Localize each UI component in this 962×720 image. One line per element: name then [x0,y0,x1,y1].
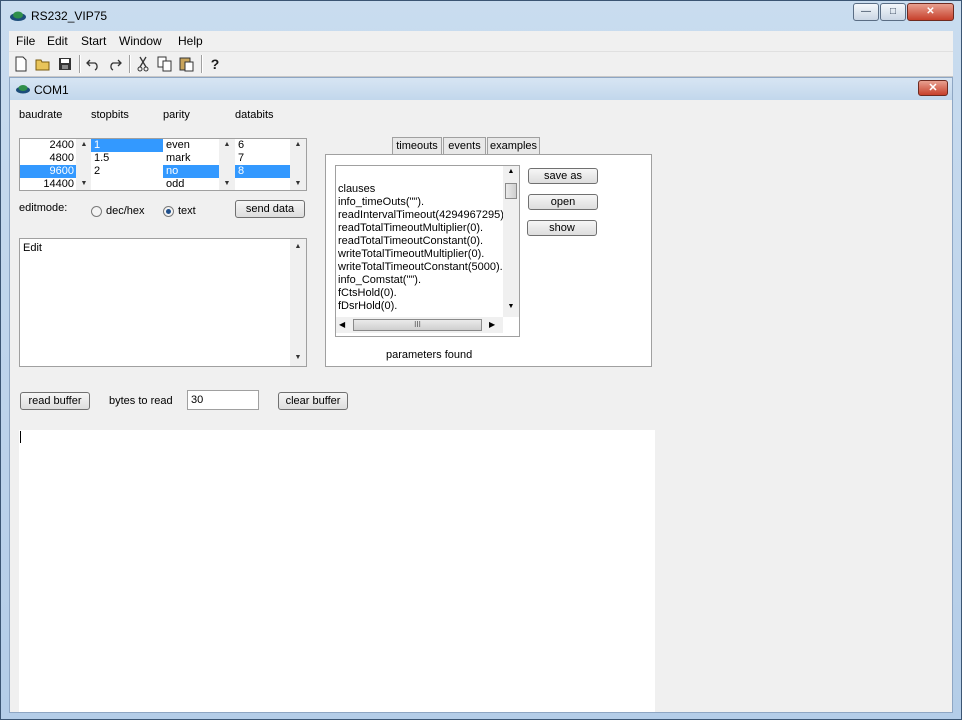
parameters-listbox[interactable]: clauses info_timeOuts(""). readIntervalT… [335,165,520,337]
output-textarea[interactable] [19,430,655,712]
parameter-line: readTotalTimeoutConstant(0). [338,235,484,247]
scroll-thumb[interactable] [505,183,517,199]
parameters-vscrollbar[interactable]: ▲ ▼ [503,166,519,317]
databits-listbox[interactable]: 6 7 8 ▲ ▼ [235,138,307,191]
save-as-button[interactable]: save as [528,168,598,184]
scroll-up-icon[interactable]: ▲ [76,139,92,151]
edit-textarea[interactable]: Edit ▲ ▼ [19,238,307,367]
parameter-line: readTotalTimeoutMultiplier(0). [338,222,484,234]
list-item[interactable]: 1.5 [91,152,163,165]
list-item-selected[interactable]: 1 [91,139,163,152]
minimize-button[interactable]: — [853,3,879,21]
stopbits-listbox[interactable]: 1 1.5 2 [91,138,163,191]
undo-icon[interactable] [84,55,102,73]
clear-buffer-button[interactable]: clear buffer [278,392,348,410]
scroll-down-icon[interactable]: ▼ [76,178,92,190]
tab-panel: clauses info_timeOuts(""). readIntervalT… [325,154,652,367]
window-title: RS232_VIP75 [31,9,108,23]
cut-icon[interactable] [134,55,152,73]
scroll-right-icon[interactable]: ▶ [489,320,495,329]
parameter-line: writeTotalTimeoutConstant(5000). [338,261,503,273]
baudrate-label: baudrate [19,109,63,121]
main-window: RS232_VIP75 — □ ✕ File Edit Start Window… [0,0,962,720]
bytes-to-read-label: bytes to read [109,395,173,407]
scroll-thumb[interactable]: III [353,319,482,331]
menu-edit[interactable]: Edit [47,34,68,48]
scroll-up-icon[interactable]: ▲ [219,139,235,151]
text-caret [20,431,21,443]
scroll-up-icon[interactable]: ▲ [290,241,306,253]
open-button[interactable]: open [528,194,598,210]
parameters-hscrollbar[interactable]: ◀ III ▶ [336,317,503,333]
menu-bar: File Edit Start Window Help [9,31,953,52]
parameter-line: writeTotalTimeoutMultiplier(0). [338,248,485,260]
parameter-line: clauses [338,183,376,195]
bytes-to-read-input[interactable] [187,390,259,410]
dechex-radio[interactable] [91,206,102,217]
help-icon[interactable]: ? [206,55,224,73]
text-radio[interactable] [163,206,174,217]
parameter-line: info_Comstat(""). [338,274,421,286]
parameter-line: readIntervalTimeout(4294967295). [338,209,504,221]
send-data-button[interactable]: send data [235,200,305,218]
baudrate-listbox[interactable]: 2400 4800 9600 14400 ▲ ▼ [19,138,92,191]
open-icon[interactable] [34,55,52,73]
editmode-label: editmode: [19,202,68,214]
tab-events[interactable]: events [443,137,486,155]
child-app-icon [16,85,30,94]
com-child-window: COM1 ✕ baudrate stopbits parity databits… [9,77,953,713]
app-icon [10,11,26,21]
baudrate-scrollbar[interactable]: ▲ ▼ [76,139,92,190]
scroll-down-icon[interactable]: ▼ [219,178,235,190]
parity-listbox[interactable]: even mark no odd ▲ ▼ [163,138,235,191]
menu-window[interactable]: Window [119,34,162,48]
edit-text: Edit [23,242,42,254]
scroll-down-icon[interactable]: ▼ [290,178,306,190]
toolbar-separator [201,55,203,73]
paste-icon[interactable] [178,55,196,73]
parameter-line: fDsrHold(0). [338,300,398,312]
copy-icon[interactable] [156,55,174,73]
toolbar-separator [79,55,81,73]
scroll-up-icon[interactable]: ▲ [503,168,519,175]
dechex-radio-label[interactable]: dec/hex [106,205,145,217]
scroll-down-icon[interactable]: ▼ [503,303,519,310]
edit-scrollbar[interactable]: ▲ ▼ [290,239,306,366]
scroll-up-icon[interactable]: ▲ [290,139,306,151]
parity-label: parity [163,109,190,121]
child-title-bar: COM1 ✕ [10,78,952,100]
read-buffer-button[interactable]: read buffer [20,392,90,410]
databits-scrollbar[interactable]: ▲ ▼ [290,139,306,190]
show-button[interactable]: show [527,220,597,236]
list-item-selected[interactable]: no [163,165,219,178]
tab-examples[interactable]: examples [487,137,540,155]
text-radio-label[interactable]: text [178,205,196,217]
toolbar-separator [129,55,131,73]
parameter-line: fCtsHold(0). [338,287,397,299]
tab-timeouts[interactable]: timeouts [392,137,442,155]
save-icon[interactable] [56,55,74,73]
scroll-down-icon[interactable]: ▼ [290,352,306,364]
list-item-selected[interactable]: 8 [235,165,290,178]
close-button[interactable]: ✕ [907,3,954,21]
title-bar: RS232_VIP75 — □ ✕ [1,1,961,31]
parity-scrollbar[interactable]: ▲ ▼ [219,139,235,190]
parameters-lines: clauses info_timeOuts(""). readIntervalT… [338,183,504,313]
redo-icon[interactable] [106,55,124,73]
toolbar: ? [9,52,953,77]
menu-start[interactable]: Start [81,34,106,48]
child-close-button[interactable]: ✕ [918,80,948,96]
databits-label: databits [235,109,274,121]
stopbits-label: stopbits [91,109,129,121]
list-item[interactable]: 2 [91,165,163,178]
scroll-left-icon[interactable]: ◀ [339,320,345,329]
menu-file[interactable]: File [16,34,35,48]
parameter-line: info_timeOuts(""). [338,196,425,208]
new-icon[interactable] [12,55,30,73]
status-text: parameters found [386,349,473,361]
maximize-button[interactable]: □ [880,3,906,21]
child-title: COM1 [34,83,69,97]
menu-help[interactable]: Help [178,34,203,48]
